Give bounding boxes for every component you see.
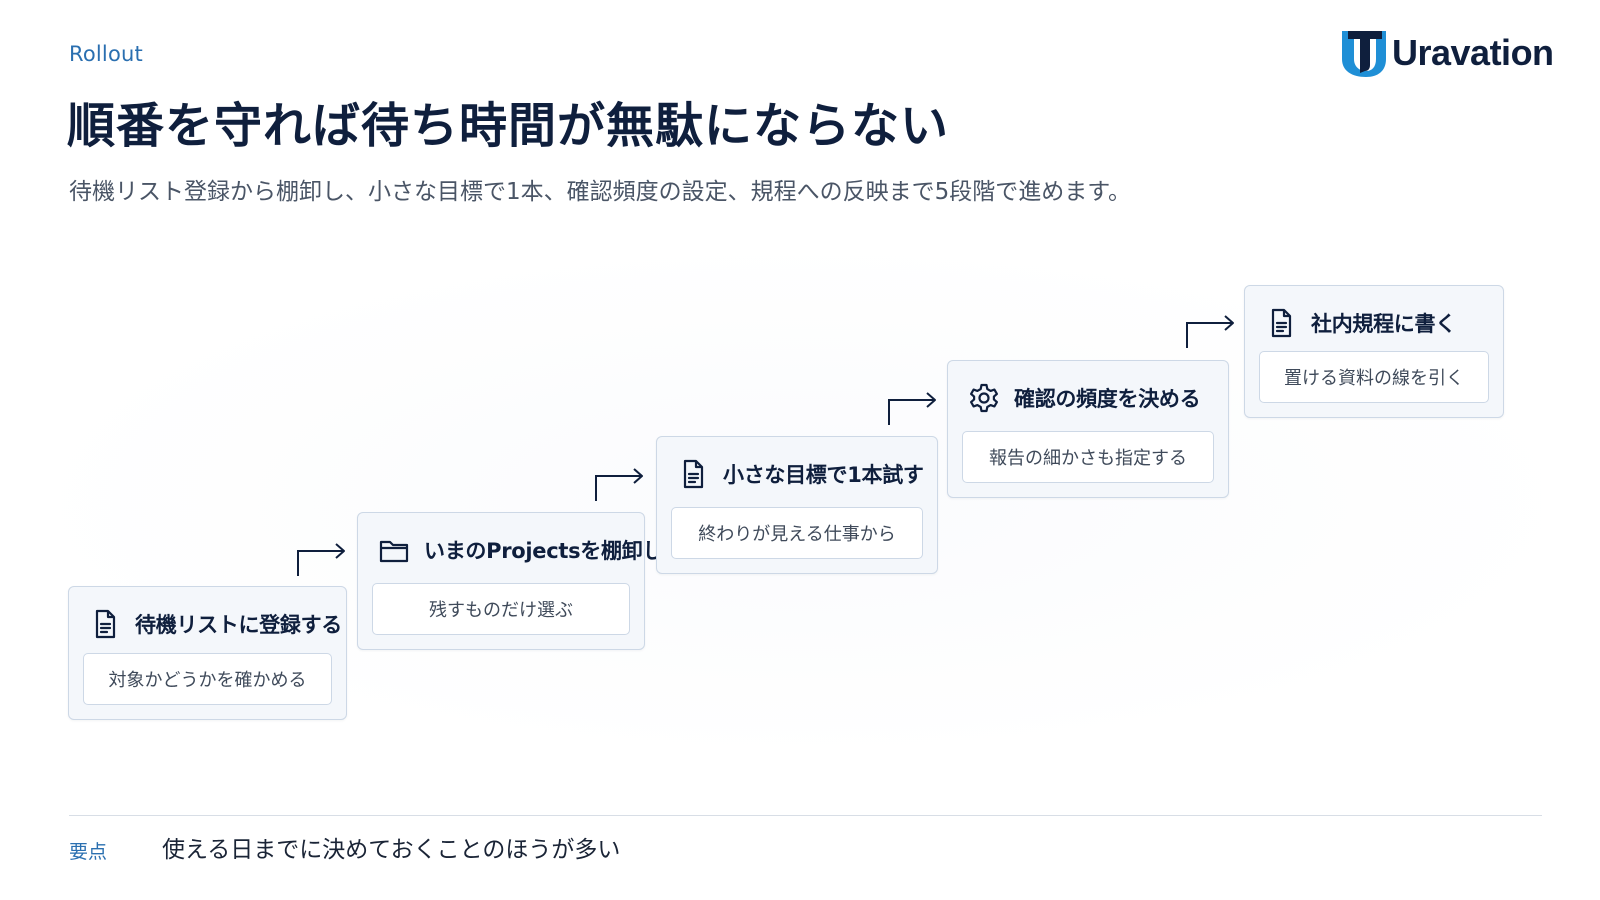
step-card-2: いまのProjectsを棚卸し 残すものだけ選ぶ [357,512,663,650]
step-arrow-4-icon [1186,315,1234,348]
page-title: 順番を守れば待ち時間が無駄にならない [67,98,950,154]
step-header: 社内規程に書く [1265,306,1491,340]
step-note: 対象かどうかを確かめる [83,653,332,705]
page-subtitle: 待機リスト登録から棚卸し、小さな目標で1本、確認頻度の設定、規程への反映まで5段… [69,179,1131,205]
step-card-1: 待機リストに登録する 対象かどうかを確かめる [68,586,347,720]
step-note: 置ける資料の線を引く [1259,351,1489,403]
eyebrow-label: Rollout [69,42,143,66]
folder-icon [379,540,409,563]
key-point-label: 要点 [69,841,108,863]
step-note: 残すものだけ選ぶ [372,583,630,635]
step-arrow-3-icon [888,392,936,425]
document-icon [95,609,116,639]
step-card-4: 確認の頻度を決める 報告の細かさも指定する [947,360,1229,498]
uravation-logo-icon [1342,31,1386,77]
step-arrow-1-icon [297,543,345,576]
step-header: いまのProjectsを棚卸し [378,533,663,567]
step-title: 小さな目標で1本試す [723,463,924,487]
step-header: 小さな目標で1本試す [677,457,925,491]
step-title: 待機リストに登録する [135,613,342,637]
step-card-5: 社内規程に書く 置ける資料の線を引く [1244,285,1504,418]
footer-divider [69,815,1542,816]
step-note: 終わりが見える仕事から [671,507,923,559]
step-note: 報告の細かさも指定する [962,431,1214,483]
document-icon [683,459,704,489]
logo-wordmark: Uravation [1392,32,1554,73]
step-title: いまのProjectsを棚卸し [424,539,664,563]
step-card-3: 小さな目標で1本試す 終わりが見える仕事から [656,436,938,574]
step-title: 確認の頻度を決める [1014,387,1201,411]
key-point-text: 使える日までに決めておくことのほうが多い [162,837,621,863]
gear-icon [970,383,998,413]
step-header: 確認の頻度を決める [968,381,1216,415]
step-title: 社内規程に書く [1311,312,1456,336]
brand-logo: Uravation [1338,28,1554,78]
step-arrow-2-icon [595,468,643,501]
document-icon [1271,308,1292,338]
step-header: 待機リストに登録する [89,607,342,641]
